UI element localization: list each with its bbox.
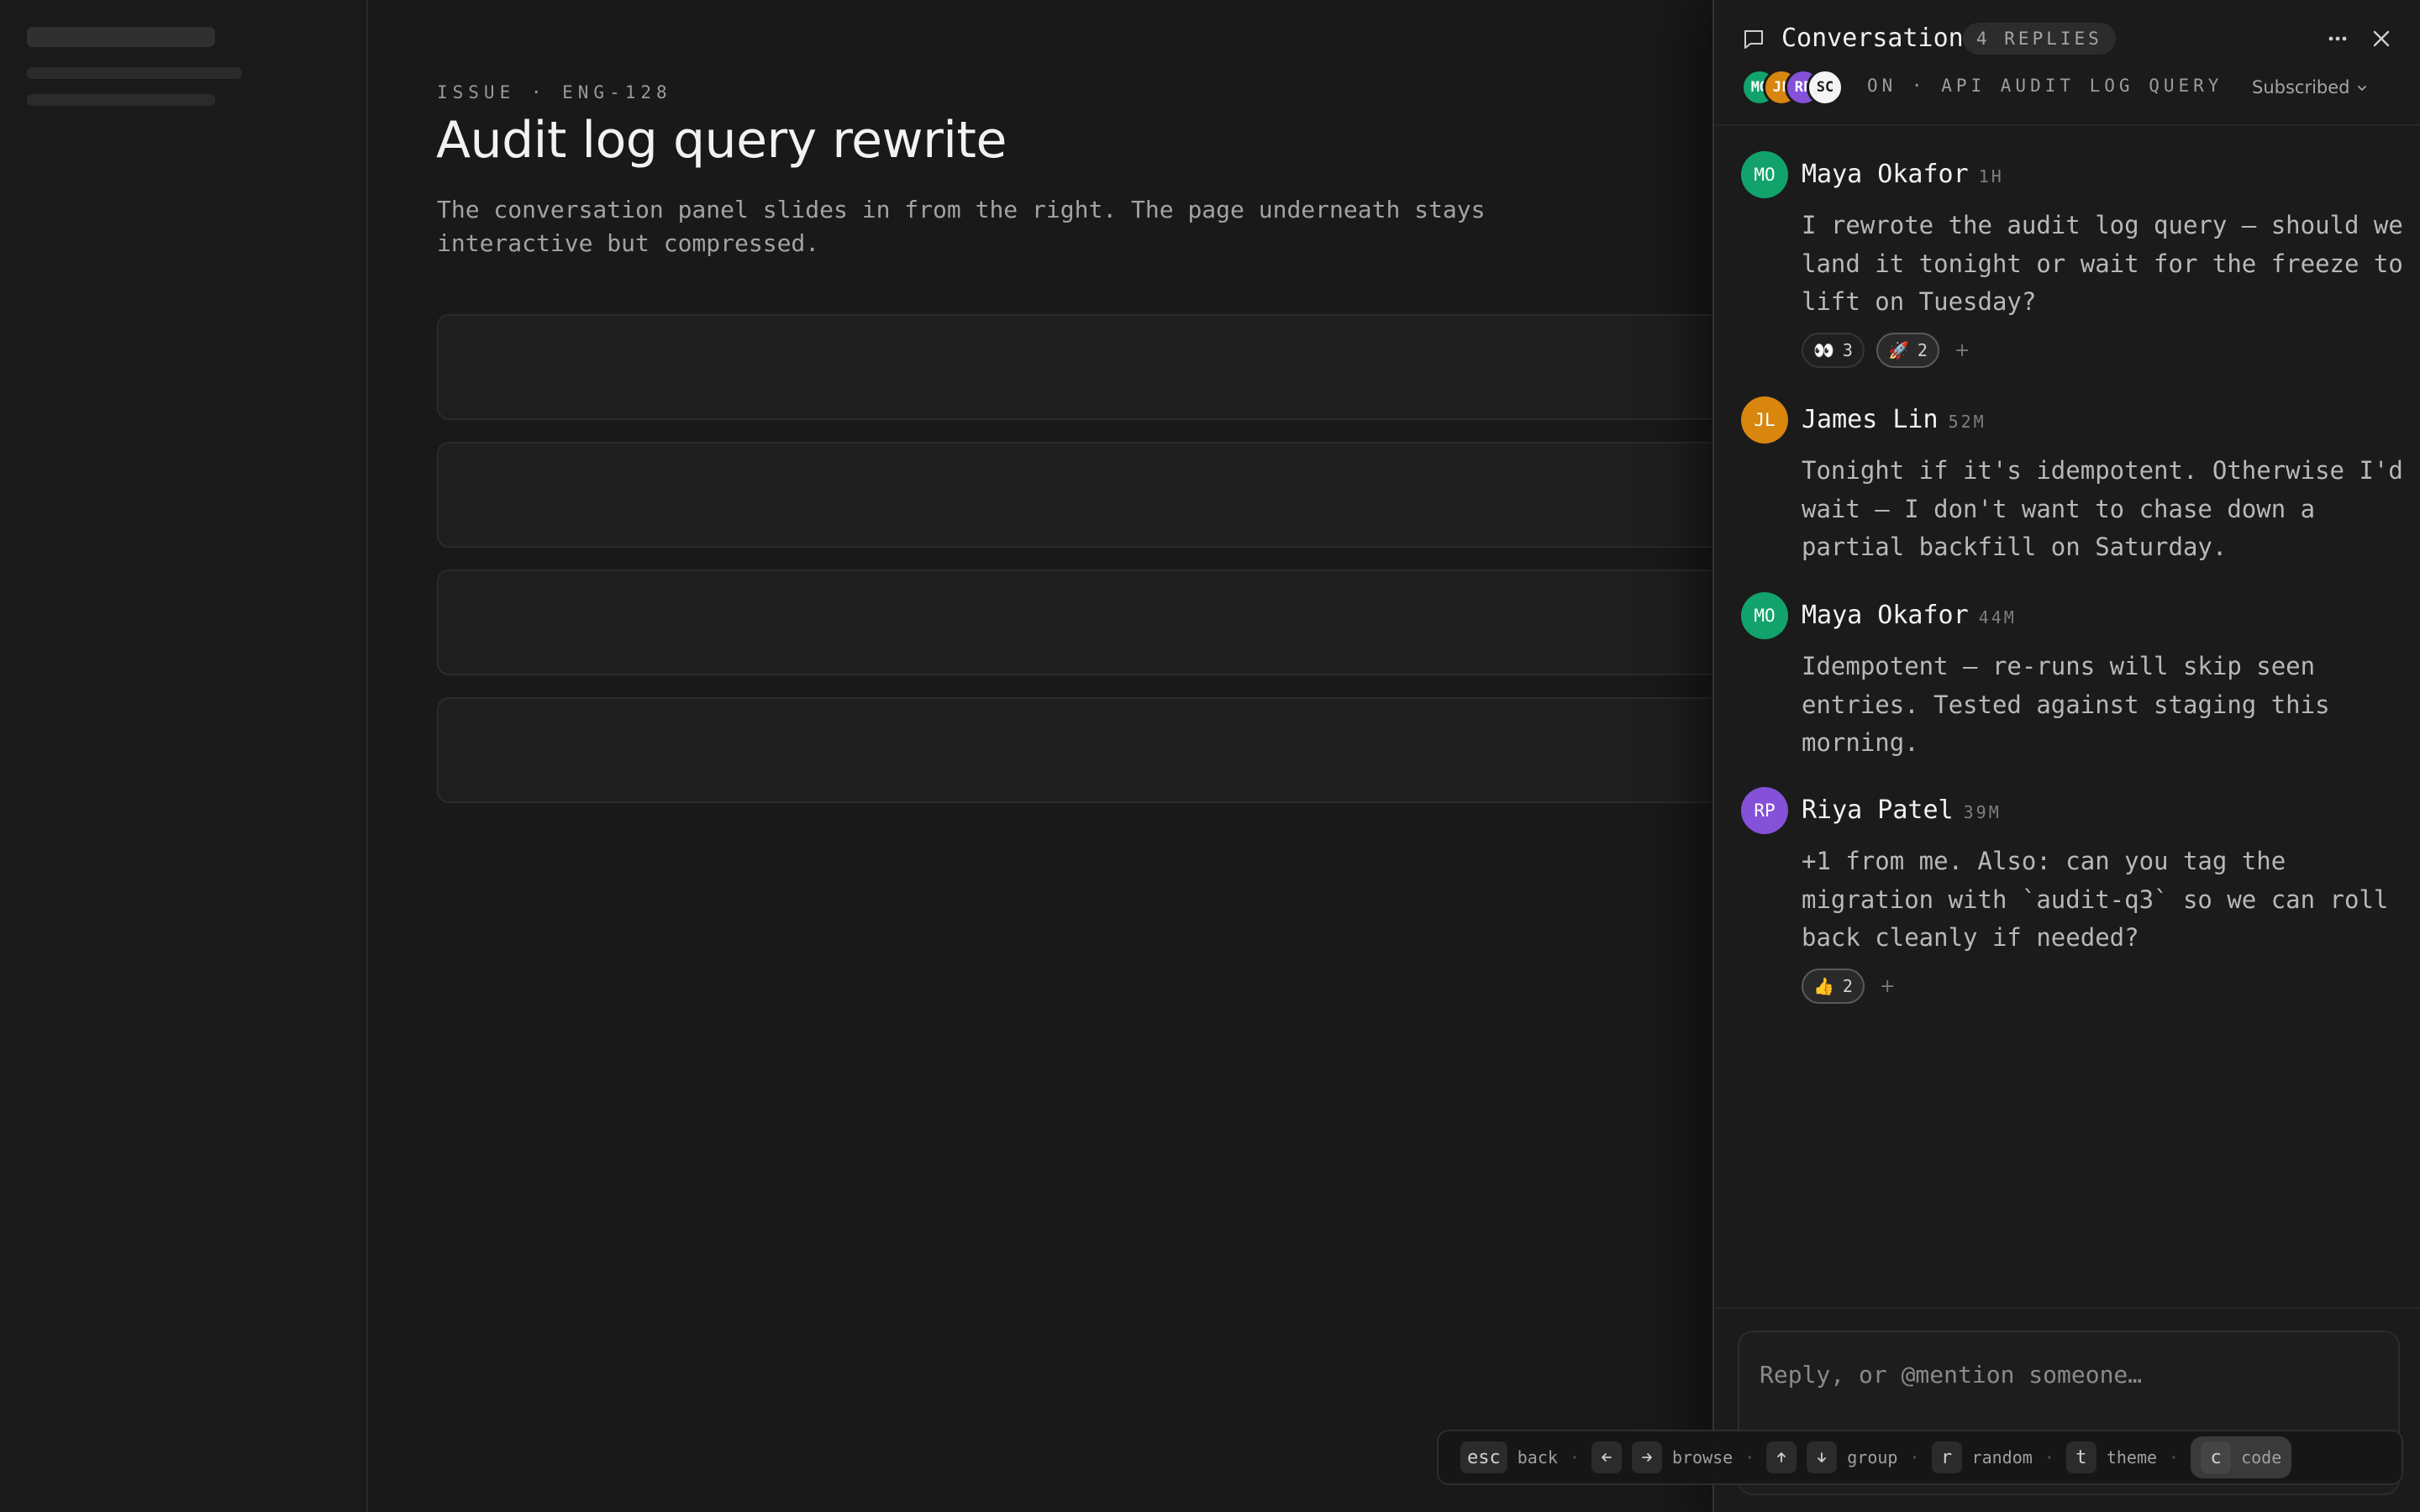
timestamp: 39M — [1963, 802, 2002, 822]
reactions: 👀 3 🚀 2 + — [1802, 333, 1973, 368]
page-description: The conversation panel slides in from th… — [437, 196, 1486, 257]
shortcut-label: group — [1847, 1447, 1898, 1467]
message-header: Maya Okafor 44M — [1802, 601, 2017, 630]
rocket-emoji-icon: 🚀 — [1887, 340, 1909, 360]
author-name[interactable]: James Lin — [1802, 405, 1939, 434]
participant-avatars[interactable]: MO JL RP SC — [1741, 69, 1850, 106]
speech-bubble-icon — [1744, 30, 1763, 49]
separator: · — [1744, 1447, 1755, 1467]
shortcut-label: browse — [1671, 1447, 1733, 1467]
content-card[interactable] — [437, 314, 1781, 420]
thread-context: ON · API AUDIT LOG QUERY — [1867, 76, 2223, 96]
message-header: Maya Okafor 1H — [1802, 160, 2004, 189]
shortcut-theme[interactable]: t theme — [2065, 1441, 2158, 1473]
sidebar-skeleton-line — [27, 94, 215, 106]
separator: · — [2044, 1447, 2054, 1467]
separator: · — [2169, 1447, 2180, 1467]
timestamp: 44M — [1978, 607, 2017, 627]
reaction-thumbs-up[interactable]: 👍 2 — [1802, 969, 1865, 1004]
reply-input[interactable] — [1760, 1349, 2381, 1399]
key-t: t — [2065, 1441, 2096, 1473]
reaction-count: 2 — [1842, 976, 1853, 996]
subscription-label: Subscribed — [2252, 77, 2350, 97]
panel-title: Conversation — [1781, 24, 1964, 53]
shortcut-label: back — [1517, 1447, 1558, 1467]
message-body: I rewrote the audit log query — should w… — [1802, 211, 2403, 316]
message-body: Tonight if it's idempotent. Otherwise I'… — [1802, 456, 2403, 561]
shortcut-label: theme — [2106, 1447, 2158, 1467]
shortcut-label: random — [1971, 1447, 2033, 1467]
shortcut-back[interactable]: esc back — [1460, 1441, 1558, 1473]
avatar[interactable]: MO — [1741, 151, 1788, 198]
reaction-rocket[interactable]: 🚀 2 — [1876, 333, 1939, 368]
reaction-count: 2 — [1917, 340, 1928, 360]
content-card[interactable] — [437, 697, 1781, 803]
author-name[interactable]: Maya Okafor — [1802, 160, 1969, 189]
author-name[interactable]: Riya Patel — [1802, 795, 1954, 825]
separator: · — [1909, 1447, 1920, 1467]
reaction-eyes[interactable]: 👀 3 — [1802, 333, 1865, 368]
avatar[interactable]: RP — [1741, 787, 1788, 834]
arrow-right-icon — [1631, 1441, 1662, 1473]
key-r: r — [1931, 1441, 1962, 1473]
subscription-toggle[interactable]: Subscribed — [2252, 72, 2369, 102]
sidebar-skeleton-line — [27, 27, 215, 47]
reaction-count: 3 — [1842, 340, 1853, 360]
message-header: James Lin 52M — [1802, 405, 1986, 434]
sidebar-skeleton-line — [27, 67, 242, 79]
key-esc: esc — [1460, 1441, 1507, 1473]
thumbs-up-emoji-icon: 👍 — [1813, 976, 1834, 996]
arrow-left-icon — [1591, 1441, 1622, 1473]
reactions: 👍 2 + — [1802, 969, 1898, 1004]
page-title: Audit log query rewrite — [436, 111, 1007, 170]
message-header: Riya Patel 39M — [1802, 795, 2002, 825]
avatar[interactable]: MO — [1741, 592, 1788, 639]
arrow-up-icon — [1766, 1441, 1797, 1473]
issue-kicker: ISSUE · ENG-128 — [437, 82, 672, 102]
conversation-panel: Conversation 4 REPLIES MO JL RP SC ON · … — [1712, 0, 2420, 1512]
author-name[interactable]: Maya Okafor — [1802, 601, 1969, 630]
sidebar — [0, 0, 368, 1512]
arrow-down-icon — [1807, 1441, 1838, 1473]
keyboard-shortcut-bar: esc back · browse · group · r random · t… — [1437, 1430, 2403, 1485]
eyes-emoji-icon: 👀 — [1813, 340, 1834, 360]
separator: · — [1569, 1447, 1580, 1467]
timestamp: 52M — [1948, 412, 1986, 432]
avatar[interactable]: JL — [1741, 396, 1788, 444]
shortcut-random[interactable]: r random — [1931, 1441, 2033, 1473]
app-root: ISSUE · ENG-128 Audit log query rewrite … — [0, 0, 2420, 1512]
more-options-button[interactable] — [2321, 22, 2354, 55]
chevron-down-icon — [2357, 86, 2366, 91]
replies-badge: 4 REPLIES — [1963, 23, 2116, 55]
avatar: SC — [1807, 69, 1844, 106]
close-button[interactable] — [2365, 22, 2398, 55]
message-body: Idempotent — re-runs will skip seen entr… — [1802, 652, 2330, 757]
content-card[interactable] — [437, 570, 1781, 675]
add-reaction-button[interactable]: + — [1876, 976, 1898, 997]
add-reaction-button[interactable]: + — [1951, 340, 1973, 361]
shortcut-code[interactable]: c code — [2191, 1436, 2292, 1478]
message-body: +1 from me. Also: can you tag the migrat… — [1802, 847, 2389, 952]
shortcut-label: code — [2241, 1447, 2282, 1467]
timestamp: 1H — [1978, 166, 2004, 186]
shortcut-browse[interactable]: browse — [1591, 1441, 1733, 1473]
key-c: c — [2201, 1441, 2232, 1473]
shortcut-group[interactable]: group — [1766, 1441, 1897, 1473]
content-card[interactable] — [437, 442, 1781, 548]
panel-header: Conversation 4 REPLIES MO JL RP SC ON · … — [1714, 0, 2420, 126]
